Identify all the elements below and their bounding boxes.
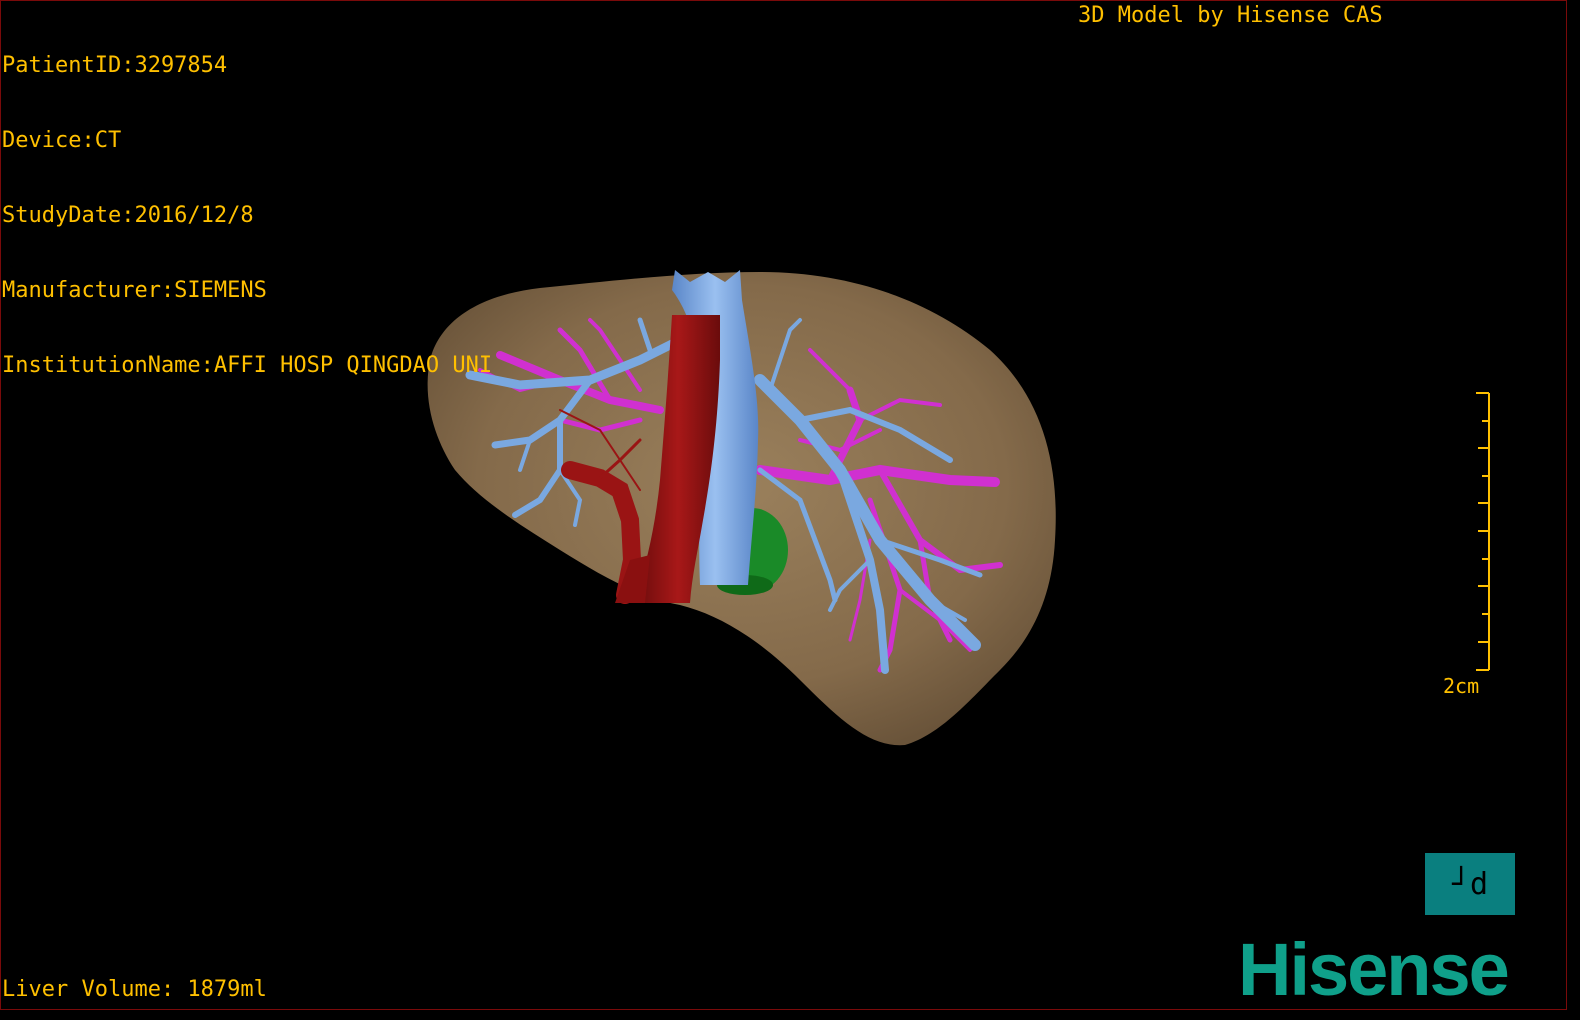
device-text: Device:CT [2,128,122,153]
institution-text: InstitutionName:AFFI HOSP QINGDAO UNI [2,353,493,378]
liver-volume-text: Liver Volume: 1879ml [2,977,267,1002]
scale-label: 2cm [1443,674,1480,698]
scale-bar [1476,392,1490,671]
manufacturer-text: Manufacturer:SIEMENS [2,278,267,303]
orientation-icon: ┘d [1451,866,1489,902]
patient-id-text: PatientID:3297854 [2,53,228,78]
orientation-button[interactable]: ┘d [1425,853,1515,915]
hisense-logo: Hisense [1238,935,1510,1005]
dicom-info-overlay: PatientID:3297854 Device:CT StudyDate:20… [2,3,492,403]
model-credit-text: 3D Model by Hisense CAS [1078,3,1383,28]
study-date-text: StudyDate:2016/12/8 [2,203,254,228]
